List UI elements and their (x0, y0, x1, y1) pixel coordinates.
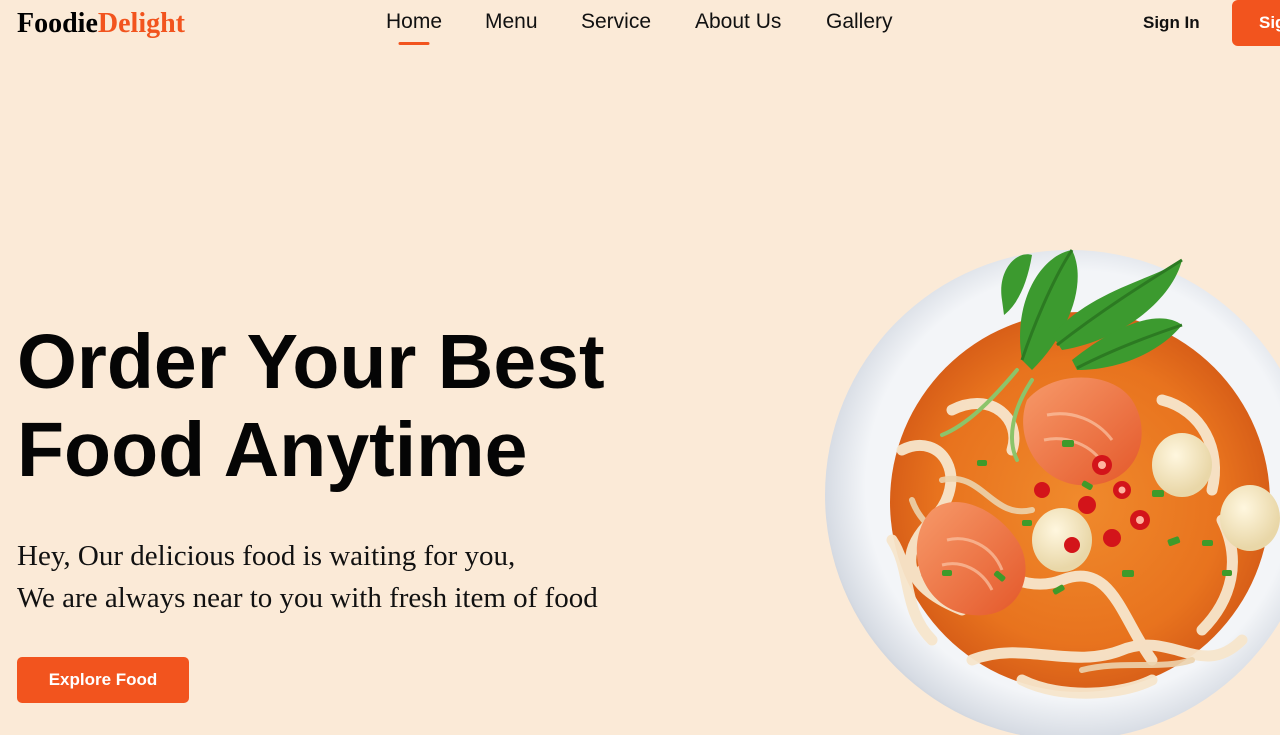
hero-subtitle-line1: Hey, Our delicious food is waiting for y… (17, 540, 516, 572)
nav-item-about-us[interactable]: About Us (695, 8, 781, 36)
nav-item-service[interactable]: Service (581, 8, 651, 36)
hero-subtitle-line2: We are always near to you with fresh ite… (17, 582, 598, 614)
explore-food-button[interactable]: Explore Food (17, 657, 189, 703)
brand-logo[interactable]: FoodieDelight (17, 6, 185, 42)
hero-title: Order Your Best Food Anytime (17, 318, 605, 494)
noodle-bowl-image (825, 249, 1280, 735)
sign-in-link[interactable]: Sign In (1143, 11, 1200, 35)
landing-page: FoodieDelight Home Menu Service About Us… (0, 0, 1280, 735)
hero-title-line1: Order Your Best (17, 319, 605, 405)
hero-title-line2: Food Anytime (17, 407, 528, 493)
sign-up-button[interactable]: Sig (1232, 0, 1280, 46)
nav-item-gallery[interactable]: Gallery (826, 8, 893, 36)
nav-item-menu[interactable]: Menu (485, 8, 538, 36)
brand-logo-part2: Delight (97, 8, 185, 39)
hero-subtitle: Hey, Our delicious food is waiting for y… (17, 535, 598, 619)
nav-item-home[interactable]: Home (386, 8, 442, 36)
brand-logo-part1: Foodie (17, 8, 98, 39)
